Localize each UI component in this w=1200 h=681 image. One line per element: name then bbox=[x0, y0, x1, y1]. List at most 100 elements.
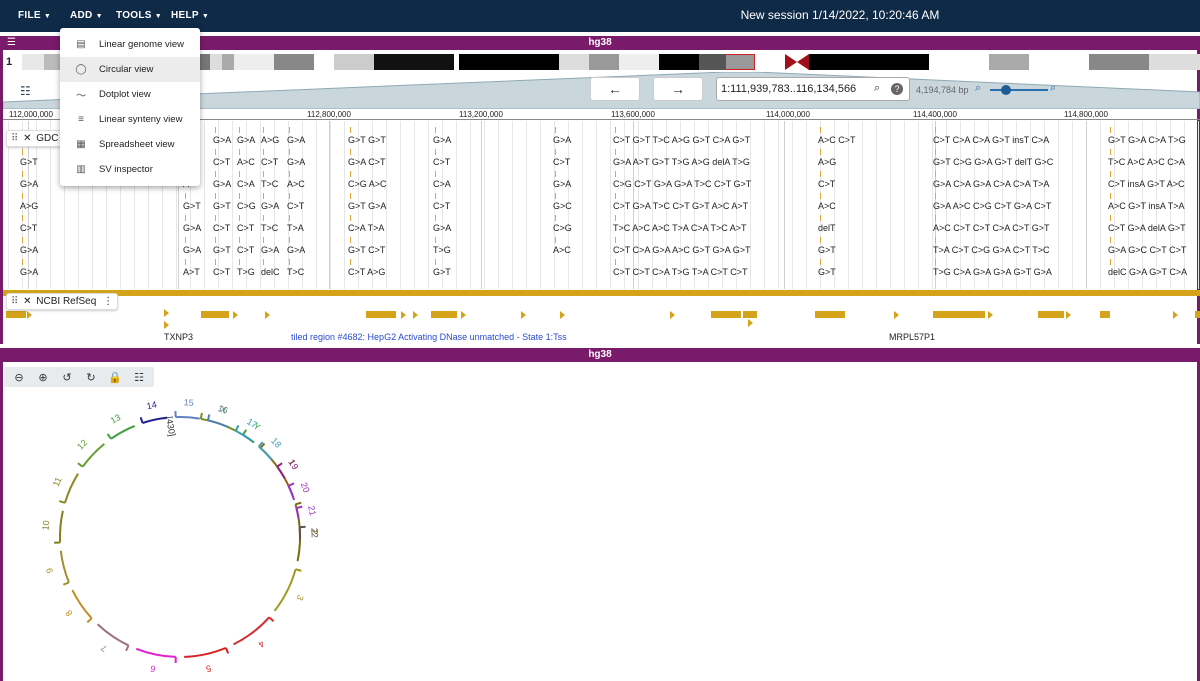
location-search-input[interactable]: 1:111,939,783..116,134,566 bbox=[716, 77, 910, 101]
zoom-slider-thumb[interactable] bbox=[1001, 85, 1011, 95]
menu-item-linear-synteny-view[interactable]: ≡ Linear synteny view bbox=[60, 107, 200, 132]
tools-menu[interactable]: TOOLS ▼ bbox=[116, 10, 162, 21]
chromosome-arc[interactable] bbox=[184, 646, 227, 658]
track-list-icon[interactable]: ☷ bbox=[20, 84, 31, 98]
chromosome-arc[interactable] bbox=[295, 507, 300, 520]
variant-label: C>A T>A bbox=[348, 223, 385, 233]
chromosome-label: 19 bbox=[287, 458, 301, 472]
gene-feature[interactable] bbox=[743, 311, 757, 318]
gene-feature[interactable] bbox=[1100, 311, 1110, 318]
scroll-right-button[interactable]: → bbox=[653, 77, 703, 101]
chromosome-arc[interactable] bbox=[175, 416, 200, 420]
lock-icon[interactable]: 🔒 bbox=[103, 371, 127, 384]
variant-label: C>T bbox=[818, 179, 836, 189]
strand-arrow-icon bbox=[1066, 311, 1071, 319]
session-title: New session 1/14/2022, 10:20:46 AM bbox=[740, 8, 940, 22]
drag-handle-icon[interactable]: ⠿ bbox=[11, 133, 18, 144]
chromosome-arc[interactable] bbox=[96, 623, 130, 647]
chromosome-arc[interactable] bbox=[287, 485, 296, 501]
close-icon[interactable]: ✕ bbox=[23, 296, 31, 307]
gene-feature[interactable] bbox=[711, 311, 741, 318]
variant-tick bbox=[820, 149, 821, 155]
grid-line bbox=[456, 121, 457, 289]
variant-label: G>A bbox=[287, 157, 306, 167]
chromosome-arc[interactable] bbox=[142, 416, 168, 424]
zoom-out-icon[interactable]: ⌕ bbox=[975, 82, 981, 95]
close-icon[interactable]: ✕ bbox=[23, 133, 31, 144]
menu-item-circular-view[interactable]: ◯ Circular view bbox=[60, 57, 200, 82]
gene-feature[interactable] bbox=[933, 311, 985, 318]
variant-label: T>C A>C A>C C>A bbox=[1108, 157, 1186, 167]
variant-label: G>T bbox=[433, 267, 451, 277]
chromosome-arc[interactable] bbox=[207, 419, 229, 429]
refseq-track-name: NCBI RefSeq bbox=[36, 296, 97, 307]
add-menu[interactable]: ADD ▼ bbox=[70, 10, 103, 21]
chromosome-tick bbox=[206, 414, 211, 421]
ncbi-refseq-track[interactable]: TXNP3 tiled region #4682: HepG2 Activati… bbox=[3, 297, 1200, 342]
chromosome-arc[interactable] bbox=[59, 510, 64, 543]
variant-label: G>A bbox=[213, 135, 232, 145]
grid-line bbox=[400, 121, 401, 289]
search-icon[interactable]: ⌕ bbox=[874, 82, 880, 95]
gene-feature[interactable] bbox=[431, 311, 457, 318]
chromosome-arc[interactable] bbox=[110, 424, 136, 440]
chromosome-arc[interactable] bbox=[259, 447, 294, 497]
variant-label: G>A bbox=[261, 245, 280, 255]
variant-label: T>C bbox=[261, 179, 279, 189]
variant-tick bbox=[22, 171, 23, 177]
help-icon[interactable]: ? bbox=[891, 83, 903, 95]
zoom-slider[interactable] bbox=[990, 89, 1048, 91]
gene-feature[interactable] bbox=[815, 311, 845, 318]
track-list-icon[interactable]: ☷ bbox=[127, 371, 151, 384]
zoom-in-icon[interactable]: ⊕ bbox=[31, 371, 55, 384]
chromosome-label: 10 bbox=[40, 520, 51, 531]
variant-tick bbox=[239, 149, 240, 155]
menu-item-sv-inspector[interactable]: ▥ SV inspector bbox=[60, 157, 200, 182]
grid-line-major bbox=[481, 121, 482, 289]
gene-feature[interactable] bbox=[201, 311, 229, 318]
gene-feature[interactable] bbox=[1038, 311, 1064, 318]
rotate-left-icon[interactable]: ↺ bbox=[55, 371, 79, 384]
variant-label: delT bbox=[818, 223, 836, 233]
drag-handle-icon[interactable]: ⠿ bbox=[11, 296, 18, 307]
circular-genome-plot[interactable]: XY1234567891011121314 1516171819202122[43… bbox=[0, 395, 360, 681]
chromosome-tick bbox=[296, 505, 303, 510]
gene-feature[interactable] bbox=[6, 311, 26, 318]
help-menu[interactable]: HELP ▼ bbox=[171, 10, 209, 21]
chromosome-arc[interactable] bbox=[59, 550, 70, 583]
chromosome-arc[interactable] bbox=[135, 647, 176, 658]
grid-line bbox=[428, 121, 429, 289]
chromosome-arc[interactable] bbox=[71, 589, 93, 619]
refseq-track-label[interactable]: ⠿ ✕ NCBI RefSeq ⋮ bbox=[6, 293, 119, 310]
chromosome-arc[interactable] bbox=[64, 473, 79, 504]
variant-label: C>T A>G bbox=[348, 267, 386, 277]
more-vert-icon[interactable]: ⋮ bbox=[103, 296, 113, 307]
gdc-track-label[interactable]: ⠿ ✕ GDC bbox=[6, 130, 64, 147]
variant-tick bbox=[215, 237, 216, 243]
strand-arrow-icon bbox=[27, 311, 32, 319]
menu-item-dotplot-view[interactable]: 〜 Dotplot view bbox=[60, 82, 200, 107]
file-menu[interactable]: FILE ▼ bbox=[18, 10, 51, 21]
grid-line bbox=[204, 121, 205, 289]
variant-label: G>A bbox=[261, 201, 280, 211]
variant-label: G>A bbox=[183, 223, 202, 233]
variant-label: T>C bbox=[261, 223, 279, 233]
gene-feature[interactable] bbox=[366, 311, 396, 318]
variant-label: G>A bbox=[553, 135, 572, 145]
chromosome-arc[interactable] bbox=[276, 466, 286, 479]
zoom-out-icon[interactable]: ⊖ bbox=[7, 371, 31, 384]
scroll-left-button[interactable]: ← bbox=[590, 77, 640, 101]
zoom-in-icon[interactable]: ⌕ bbox=[1050, 82, 1056, 95]
chromosome-arc[interactable] bbox=[258, 445, 273, 461]
file-menu-label: FILE bbox=[18, 10, 41, 21]
chromosome-arc[interactable] bbox=[233, 616, 270, 646]
rotate-right-icon[interactable]: ↻ bbox=[79, 371, 103, 384]
chromosome-arc[interactable] bbox=[200, 417, 237, 432]
gene-feature[interactable] bbox=[1195, 311, 1200, 318]
circle-icon: ◯ bbox=[75, 64, 87, 75]
menu-item-linear-genome-view[interactable]: ▤ Linear genome view bbox=[60, 32, 200, 57]
ruler-tick-label: 112,800,000 bbox=[307, 110, 351, 119]
menu-item-spreadsheet-view[interactable]: ▦ Spreadsheet view bbox=[60, 132, 200, 157]
chromosome-arc[interactable] bbox=[273, 568, 297, 612]
variant-tick bbox=[215, 215, 216, 221]
